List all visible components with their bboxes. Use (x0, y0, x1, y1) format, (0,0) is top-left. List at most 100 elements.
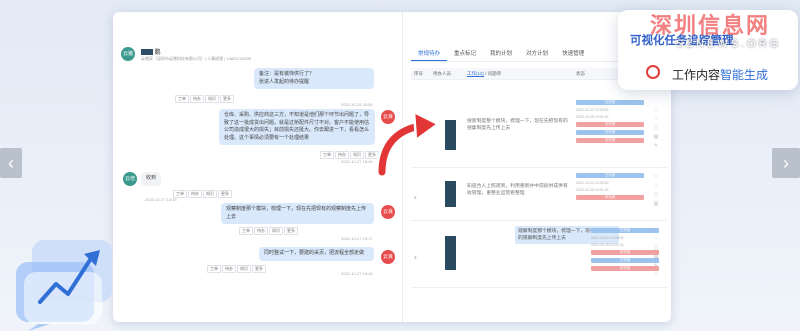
masked-owner (445, 120, 456, 150)
contact-name: 鹏 (141, 47, 161, 56)
avatar: 云良 (381, 250, 395, 264)
message-text: 同时整试一下，要建的采页，把流程全部走做 (264, 250, 365, 256)
action-more[interactable]: 更多 (218, 190, 232, 198)
message-bubble: 仓库、采购、供应商这三方，不知道是他们那个环节出问题了，导致了这一批成货出问题，… (219, 109, 375, 145)
star-icon[interactable]: ☆ (651, 271, 661, 280)
task-desc: 知道合人上照观到，利用重新并中前段供成供有收管理，重整业运营看整理 (467, 184, 568, 196)
action-workorder[interactable]: 工单 (175, 95, 189, 103)
task-desc: 搜索制度整个模块，梳理一下，现在先把现有的搜集制度先上传上去 (467, 119, 568, 131)
message-actions: 工单 待办 知识 更多 (239, 227, 298, 235)
row-icons: ☆ ♢ ▢ ▤ (651, 173, 661, 209)
masked-owner (445, 236, 456, 270)
message-text: 观察制度那个模块，梳理一下，现在先把现有的观察制度先上传上去 (226, 206, 367, 220)
action-knowledge[interactable]: 知识 (269, 227, 283, 235)
tab-key-marked[interactable]: 重点标记 (447, 48, 483, 61)
status-done: 已完成 (576, 130, 644, 135)
message-actions: 工单 待办 知识 更多 (320, 151, 379, 159)
status-date: 2022-10-25 10:01:23 (576, 188, 609, 192)
action-workorder[interactable]: 工单 (320, 151, 334, 159)
status-pending: 未完成 (591, 266, 659, 271)
row-num: 3 (414, 254, 417, 260)
action-workorder[interactable]: 工单 (239, 227, 253, 235)
action-knowledge[interactable]: 知识 (350, 151, 364, 159)
col-owner: 待办人员 (433, 71, 451, 76)
message-text: 备注：是有装饰供行了？ (259, 71, 315, 77)
action-more[interactable]: 更多 (220, 95, 234, 103)
bell-icon[interactable]: ♢ (651, 115, 661, 124)
task-status: 已完成 2022-10-21 10:05:00 2022-10-25 10:01… (576, 173, 644, 203)
ring-icon (646, 65, 660, 79)
message-time: 2022-10-27 18:46 (145, 197, 177, 202)
action-more[interactable]: 更多 (284, 227, 298, 235)
action-knowledge[interactable]: 知识 (203, 190, 217, 198)
status-pending: 未完成 (576, 122, 644, 127)
action-knowledge[interactable]: 知识 (237, 265, 251, 273)
contact-info: 云猪家（深圳市云猪科技有限公司）| 人事经理 | 13823716295 (141, 56, 251, 61)
message-bubble: 同时整试一下，要建的采页，把流程全部走做 (259, 247, 374, 261)
chat-icon[interactable]: ▢ (651, 124, 661, 133)
status-pending: 未完成 (576, 195, 644, 200)
table-row[interactable]: 2 知道合人上照观到，利用重新并中前段供成供有收管理，重整业运营看整理 已完成 … (411, 169, 667, 221)
next-slide-button[interactable]: › (772, 148, 800, 178)
chat-icon[interactable]: ▢ (651, 191, 661, 200)
tab-regular-todo[interactable]: 常规待办 (411, 48, 448, 61)
action-todo[interactable]: 待办 (335, 151, 349, 159)
message-text: 张进人发起的待办提醒 (259, 78, 310, 85)
tab-quick-manage[interactable]: 快速管理 (555, 48, 591, 61)
star-icon[interactable]: ☆ (651, 106, 661, 115)
action-more[interactable]: 更多 (252, 265, 266, 273)
doc-icon[interactable]: ▤ (651, 200, 661, 209)
status-date: 2022-10-21 10:05:00 (591, 236, 624, 240)
status-date: 2022-10-21 10:05:00 (576, 108, 609, 112)
doc-icon[interactable]: ▤ (651, 133, 661, 142)
action-todo[interactable]: 待办 (190, 95, 204, 103)
message-time: 2022-10-27 19:17 (341, 236, 373, 241)
task-status: 已完成 2022-10-21 10:05:00 2022-10-25 10:01… (591, 228, 659, 274)
action-knowledge[interactable]: 知识 (205, 95, 219, 103)
table-row[interactable]: 3 观察制度那个模块，梳理一下，现在先把现有的观察制度先上传上去 已完成 202… (411, 222, 667, 288)
chat-header: 云猪 鹏 云猪家（深圳市云猪科技有限公司）| 人事经理 | 1382371629… (121, 46, 391, 66)
callout-headline: 工作内容智能生成 (672, 66, 768, 83)
doc-icon[interactable]: ▤ (651, 253, 661, 262)
message-bubble: 备注：是有装饰供行了？ 张进人发起的待办提醒 (254, 68, 374, 89)
callout-headline-pre: 工作内容 (672, 68, 721, 82)
masked-owner (445, 181, 456, 207)
status-done: 已完成 (576, 173, 644, 178)
prev-slide-button[interactable]: ‹ (0, 148, 22, 178)
edit-icon[interactable]: ✎ (651, 262, 661, 271)
message-time: 2022-10-26 20:58 (341, 102, 373, 107)
curved-arrow-icon (376, 110, 440, 176)
action-todo[interactable]: 待办 (254, 227, 268, 235)
row-icons: ☆ ♢ ▢ ▤ ✎ (651, 106, 661, 151)
table-row[interactable]: 1 搜索制度整个模块，梳理一下，现在先把现有的搜集制度先上传上去 已完成 202… (411, 82, 667, 168)
growth-chart-icon (16, 240, 112, 331)
avatar: 云猪 (121, 47, 135, 61)
bell-icon[interactable]: ♢ (651, 182, 661, 191)
message-actions: 工单 待办 知识 更多 (175, 95, 234, 103)
star-icon[interactable]: ☆ (651, 173, 661, 182)
status-pending: 未完成 (591, 250, 659, 255)
col-desc: 工作(12) / 问题单 (467, 71, 501, 77)
action-workorder[interactable]: 工单 (207, 265, 221, 273)
message-time: 2022-10-27 19:18 (341, 271, 373, 276)
status-date: 2022-10-21 10:05:00 (576, 181, 609, 185)
task-status: 已完成 2022-10-21 10:05:00 2022-10-25 10:01… (576, 100, 644, 146)
tab-my-plan[interactable]: 我的计划 (483, 48, 519, 61)
status-done: 已完成 (576, 100, 644, 105)
chat-icon[interactable]: ▢ (651, 244, 661, 253)
bell-icon[interactable]: ♢ (651, 235, 661, 244)
col-desc-focus[interactable]: 工作(12) (467, 71, 484, 76)
masked-name (141, 49, 153, 56)
col-desc-suffix: / 问题单 (484, 71, 502, 76)
status-pending: 未完成 (576, 138, 644, 143)
action-todo[interactable]: 待办 (188, 190, 202, 198)
col-num: 序号 (414, 71, 423, 76)
callout-headline-highlight: 智能生成 (720, 68, 769, 82)
action-todo[interactable]: 待办 (222, 265, 236, 273)
tab-other-plan[interactable]: 对方计划 (519, 48, 555, 61)
star-icon[interactable]: ☆ (651, 226, 661, 235)
row-num: 2 (414, 194, 417, 200)
status-date: 2022-10-25 10:01:23 (591, 243, 624, 247)
message-text: 仓库、采购、供应商这三方，不知道是他们那个环节出问题了，导致了这一批成货出问题，… (224, 112, 370, 141)
edit-icon[interactable]: ✎ (651, 142, 661, 151)
